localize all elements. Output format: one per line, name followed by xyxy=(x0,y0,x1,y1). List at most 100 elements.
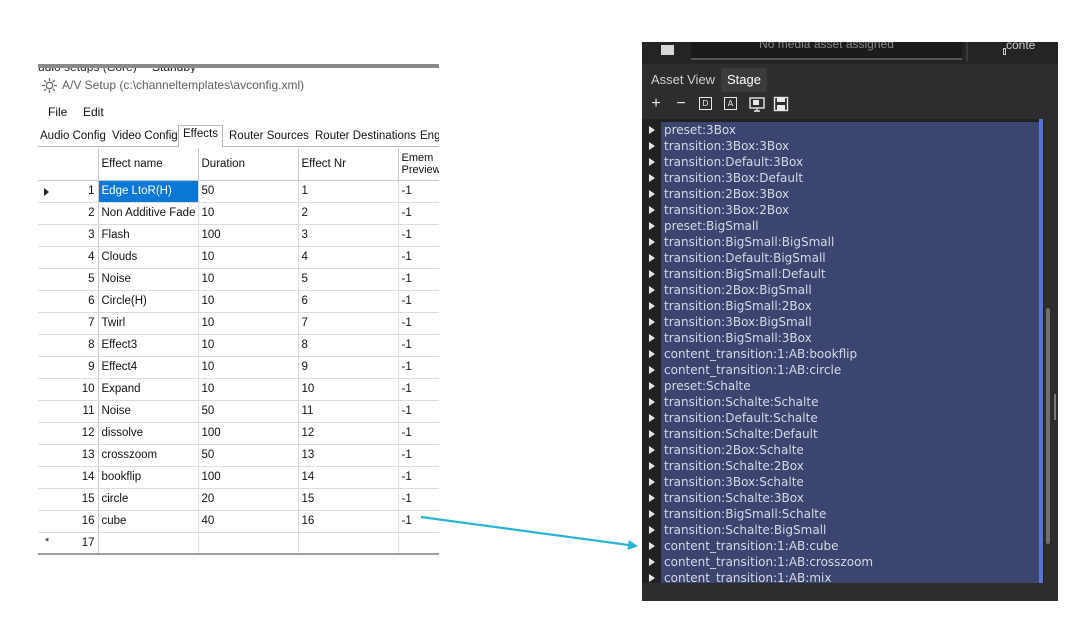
expand-arrow-icon[interactable] xyxy=(649,254,655,262)
expand-arrow-icon[interactable] xyxy=(649,126,655,134)
table-row[interactable]: 6 Circle(H) 10 6 -1 xyxy=(38,290,439,313)
row-number[interactable]: 7 xyxy=(38,312,99,335)
table-row[interactable]: 2 Non Additive Fade 10 2 -1 xyxy=(38,202,439,225)
cell-duration[interactable]: 10 xyxy=(198,202,299,225)
tab-eng[interactable]: Eng xyxy=(420,128,439,147)
expand-arrow-icon[interactable] xyxy=(649,286,655,294)
row-number[interactable]: 8 xyxy=(38,334,99,357)
media-asset-slot[interactable]: No media asset assigned xyxy=(691,42,962,60)
cell-emem-preview[interactable]: -1 xyxy=(398,334,439,357)
cell-effect-nr[interactable]: 7 xyxy=(298,312,399,335)
cell-effect-nr[interactable]: 16 xyxy=(298,510,399,533)
cell-effect-nr[interactable]: 1 xyxy=(298,180,399,203)
list-item[interactable]: transition:3Box:Schalte xyxy=(642,474,1044,490)
cell-effect-name[interactable]: Effect3 xyxy=(98,334,199,357)
cell-emem-preview[interactable]: -1 xyxy=(398,356,439,379)
expand-arrow-icon[interactable] xyxy=(649,142,655,150)
cell-duration[interactable]: 20 xyxy=(198,488,299,511)
list-item[interactable]: transition:BigSmall:3Box xyxy=(642,330,1044,346)
expand-arrow-icon[interactable] xyxy=(649,398,655,406)
expand-arrow-icon[interactable] xyxy=(649,270,655,278)
expand-arrow-icon[interactable] xyxy=(649,462,655,470)
list-item[interactable]: transition:2Box:3Box xyxy=(642,186,1044,202)
duplicate-icon[interactable]: D xyxy=(699,97,712,110)
list-item[interactable]: transition:Schalte:3Box xyxy=(642,490,1044,506)
list-item[interactable]: transition:2Box:Schalte xyxy=(642,442,1044,458)
cell-effect-nr[interactable]: 11 xyxy=(298,400,399,423)
cell-duration[interactable]: 100 xyxy=(198,466,299,489)
new-row[interactable]: * 17 xyxy=(38,532,439,555)
list-item[interactable]: preset:3Box xyxy=(642,122,1044,138)
table-row[interactable]: 12 dissolve 100 12 -1 xyxy=(38,422,439,445)
cell-emem-preview[interactable]: -1 xyxy=(398,488,439,511)
cell-duration[interactable]: 10 xyxy=(198,334,299,357)
add-icon[interactable]: + xyxy=(647,95,665,113)
cell-emem-preview[interactable]: -1 xyxy=(398,466,439,489)
row-number[interactable]: 14 xyxy=(38,466,99,489)
column-header-effect-nr[interactable]: Effect Nr xyxy=(298,148,399,181)
cell-duration[interactable]: 100 xyxy=(198,422,299,445)
cell-duration[interactable]: 10 xyxy=(198,246,299,269)
panel-resize-handle[interactable] xyxy=(1054,394,1056,420)
list-item[interactable]: transition:BigSmall:2Box xyxy=(642,298,1044,314)
cell-duration[interactable]: 50 xyxy=(198,180,299,203)
new-row-cell[interactable] xyxy=(398,532,439,555)
expand-arrow-icon[interactable] xyxy=(649,238,655,246)
cell-emem-preview[interactable]: -1 xyxy=(398,422,439,445)
column-header-effect-name[interactable]: Effect name xyxy=(98,148,199,181)
list-item[interactable]: transition:3Box:2Box xyxy=(642,202,1044,218)
cell-emem-preview[interactable]: -1 xyxy=(398,510,439,533)
expand-arrow-icon[interactable] xyxy=(649,414,655,422)
expand-arrow-icon[interactable] xyxy=(649,334,655,342)
expand-arrow-icon[interactable] xyxy=(649,542,655,550)
cell-effect-name[interactable]: circle xyxy=(98,488,199,511)
table-row[interactable]: 4 Clouds 10 4 -1 xyxy=(38,246,439,269)
cell-effect-name[interactable]: Flash xyxy=(98,224,199,247)
row-number[interactable]: 13 xyxy=(38,444,99,467)
cell-effect-nr[interactable]: 2 xyxy=(298,202,399,225)
expand-arrow-icon[interactable] xyxy=(649,558,655,566)
expand-arrow-icon[interactable] xyxy=(649,446,655,454)
table-row[interactable]: 8 Effect3 10 8 -1 xyxy=(38,334,439,357)
menu-edit[interactable]: Edit xyxy=(83,105,104,119)
cell-effect-nr[interactable]: 15 xyxy=(298,488,399,511)
expand-arrow-icon[interactable] xyxy=(649,430,655,438)
tab-router-destinations[interactable]: Router Destinations xyxy=(315,128,416,147)
cell-emem-preview[interactable]: -1 xyxy=(398,400,439,423)
list-item[interactable]: content_transition:1:AB:circle xyxy=(642,362,1044,378)
list-item[interactable]: transition:Default:BigSmall xyxy=(642,250,1044,266)
list-item[interactable]: content_transition:1:AB:bookflip xyxy=(642,346,1044,362)
cell-duration[interactable]: 10 xyxy=(198,268,299,291)
cell-duration[interactable]: 50 xyxy=(198,400,299,423)
expand-arrow-icon[interactable] xyxy=(649,526,655,534)
table-row[interactable]: 3 Flash 100 3 -1 xyxy=(38,224,439,247)
row-number[interactable]: 9 xyxy=(38,356,99,379)
expand-arrow-icon[interactable] xyxy=(649,222,655,230)
list-item[interactable]: transition:Default:Schalte xyxy=(642,410,1044,426)
expand-arrow-icon[interactable] xyxy=(649,510,655,518)
expand-arrow-icon[interactable] xyxy=(649,190,655,198)
cell-effect-name[interactable]: Noise xyxy=(98,268,199,291)
tab-router-sources[interactable]: Router Sources xyxy=(229,128,309,147)
table-row[interactable]: 1 Edge LtoR(H) 50 1 -1 xyxy=(38,180,439,203)
cell-effect-nr[interactable]: 8 xyxy=(298,334,399,357)
cell-effect-nr[interactable]: 13 xyxy=(298,444,399,467)
cell-effect-name[interactable]: Twirl xyxy=(98,312,199,335)
list-item[interactable]: transition:3Box:Default xyxy=(642,170,1044,186)
list-item[interactable]: transition:Schalte:Schalte xyxy=(642,394,1044,410)
column-header-duration[interactable]: Duration xyxy=(198,148,299,181)
cell-effect-nr[interactable]: 3 xyxy=(298,224,399,247)
row-number[interactable]: 1 xyxy=(38,180,99,203)
cell-effect-name[interactable]: cube xyxy=(98,510,199,533)
cell-duration[interactable]: 40 xyxy=(198,510,299,533)
cell-emem-preview[interactable]: -1 xyxy=(398,268,439,291)
cell-emem-preview[interactable]: -1 xyxy=(398,202,439,225)
title-bar[interactable]: A/V Setup (c:\channeltemplates\avconfig.… xyxy=(38,73,439,99)
table-row[interactable]: 7 Twirl 10 7 -1 xyxy=(38,312,439,335)
cell-effect-name[interactable]: Edge LtoR(H) xyxy=(98,180,199,203)
table-row[interactable]: 13 crosszoom 50 13 -1 xyxy=(38,444,439,467)
list-item[interactable]: transition:BigSmall:BigSmall xyxy=(642,234,1044,250)
row-number[interactable]: 10 xyxy=(38,378,99,401)
list-item[interactable]: transition:BigSmall:Default xyxy=(642,266,1044,282)
new-row-cell[interactable] xyxy=(98,532,199,555)
